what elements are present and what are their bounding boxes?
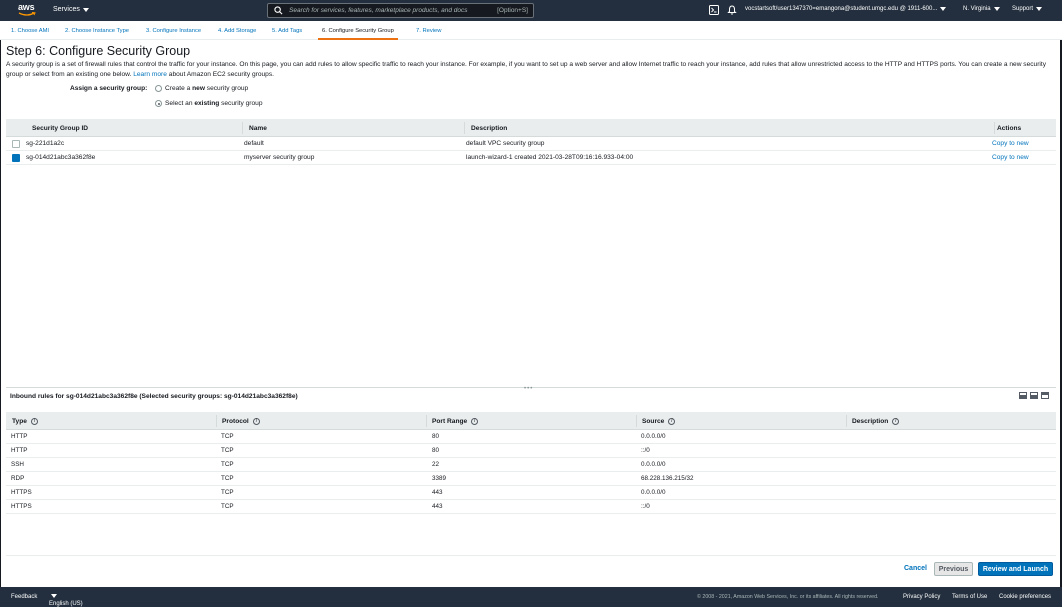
radio-create-new[interactable]: Create a new security group bbox=[155, 85, 248, 92]
column-header-description: Description i bbox=[852, 418, 900, 425]
table-row[interactable]: sg-221d1a2c default default VPC security… bbox=[6, 137, 1056, 151]
row-checkbox-checked[interactable] bbox=[12, 154, 20, 162]
chevron-down-icon bbox=[51, 594, 57, 599]
info-icon[interactable]: i bbox=[471, 418, 479, 425]
search-input[interactable]: Search for services, features, marketpla… bbox=[267, 3, 534, 18]
table-row: HTTP TCP 80::/0 bbox=[6, 444, 1056, 458]
resize-handle-icon[interactable]: ••• bbox=[524, 386, 533, 392]
info-icon[interactable]: i bbox=[252, 418, 260, 425]
search-icon bbox=[274, 6, 283, 15]
table-header: Security Group ID Name Description Actio… bbox=[6, 119, 1056, 137]
column-header-port-range: Port Range i bbox=[432, 418, 479, 425]
column-header-protocol: Protocol i bbox=[222, 418, 260, 425]
chevron-down-icon bbox=[993, 7, 1000, 11]
top-navigation: aws Services Search for services, featur… bbox=[0, 0, 1062, 21]
aws-smile-icon bbox=[18, 12, 36, 16]
inbound-rules-table: Type i Protocol i Port Range i Source i Desc… bbox=[6, 412, 1056, 514]
step-choose-instance-type[interactable]: 2. Choose Instance Type bbox=[65, 28, 129, 34]
row-checkbox[interactable] bbox=[12, 140, 20, 148]
review-and-launch-button[interactable]: Review and Launch bbox=[978, 562, 1053, 576]
step-choose-ami[interactable]: 1. Choose AMI bbox=[11, 28, 49, 34]
step-configure-security-group[interactable]: 6. Configure Security Group bbox=[318, 28, 398, 40]
cookie-preferences-link[interactable]: Cookie preferences bbox=[999, 594, 1051, 600]
table-header: Type i Protocol i Port Range i Source i Desc… bbox=[6, 412, 1056, 430]
security-groups-table: Security Group ID Name Description Actio… bbox=[6, 119, 1056, 165]
column-header-id[interactable]: Security Group ID bbox=[32, 125, 88, 132]
chevron-down-icon bbox=[940, 7, 947, 11]
table-row: HTTP TCP 80 0.0.0.0/0 bbox=[6, 430, 1056, 444]
step-add-storage[interactable]: 4. Add Storage bbox=[218, 28, 256, 34]
column-header-source: Source i bbox=[642, 418, 676, 425]
support-menu[interactable]: Support bbox=[1012, 6, 1043, 12]
table-row: HTTPS TCP 443 0.0.0.0/0 bbox=[6, 486, 1056, 500]
bell-icon[interactable] bbox=[727, 5, 737, 15]
table-row: RDP TCP 3389 68.228.136.215/32 bbox=[6, 472, 1056, 486]
window-edge-left bbox=[0, 21, 1, 587]
services-menu[interactable]: Services bbox=[53, 6, 89, 13]
inbound-rules-title: Inbound rules for sg-014d21abc3a362f8e (… bbox=[10, 393, 298, 400]
terminal-icon[interactable] bbox=[709, 5, 719, 15]
account-menu[interactable]: vocstartsoft/user1347370=emangona@studen… bbox=[745, 6, 947, 12]
intro-text: A security group is a set of firewall ru… bbox=[6, 61, 1047, 78]
column-header-actions: Actions bbox=[997, 125, 1022, 132]
info-icon[interactable]: i bbox=[30, 418, 38, 425]
column-header-name[interactable]: Name bbox=[249, 125, 267, 132]
copyright-text: © 2008 - 2021, Amazon Web Services, Inc.… bbox=[697, 594, 879, 600]
view-bottom-icon[interactable] bbox=[1019, 392, 1027, 399]
copy-to-new-link[interactable]: Copy to new bbox=[992, 154, 1029, 161]
privacy-policy-link[interactable]: Privacy Policy bbox=[903, 594, 940, 600]
step-review[interactable]: 7. Review bbox=[416, 28, 441, 34]
column-header-type: Type i bbox=[12, 418, 38, 425]
radio-button[interactable] bbox=[155, 85, 162, 92]
table-row: SSH TCP 22 0.0.0.0/0 bbox=[6, 458, 1056, 472]
wizard-steps: 1. Choose AMI 2. Choose Instance Type 3.… bbox=[0, 21, 1062, 40]
actions-divider bbox=[6, 555, 1056, 556]
chevron-down-icon bbox=[82, 7, 89, 12]
info-icon[interactable]: i bbox=[668, 418, 676, 425]
chevron-down-icon bbox=[1036, 7, 1043, 11]
step-add-tags[interactable]: 5. Add Tags bbox=[272, 28, 302, 34]
radio-select-existing[interactable]: Select an existing security group bbox=[155, 100, 263, 107]
learn-more-link[interactable]: Learn more bbox=[133, 71, 167, 78]
radio-button-selected[interactable] bbox=[155, 100, 162, 107]
aws-logo[interactable]: aws bbox=[18, 3, 40, 18]
view-split-icon[interactable] bbox=[1030, 392, 1038, 399]
feedback-link[interactable]: Feedback bbox=[11, 594, 37, 600]
previous-button[interactable]: Previous bbox=[934, 562, 973, 576]
terms-of-use-link[interactable]: Terms of Use bbox=[952, 594, 987, 600]
console-footer: Feedback English (US) © 2008 - 2021, Ama… bbox=[0, 587, 1062, 607]
region-menu[interactable]: N. Virginia bbox=[963, 6, 1000, 12]
table-row: HTTPS TCP 443::/0 bbox=[6, 500, 1056, 514]
copy-to-new-link[interactable]: Copy to new bbox=[992, 140, 1029, 147]
step-configure-instance[interactable]: 3. Configure Instance bbox=[146, 28, 201, 34]
assign-security-group-label: Assign a security group: bbox=[70, 85, 148, 92]
cancel-button[interactable]: Cancel bbox=[904, 565, 927, 572]
page-title: Step 6: Configure Security Group bbox=[6, 44, 191, 58]
column-header-description[interactable]: Description bbox=[471, 125, 507, 132]
search-shortcut: [Option+S] bbox=[497, 7, 528, 14]
language-selector[interactable]: English (US) bbox=[49, 594, 83, 607]
info-icon[interactable]: i bbox=[892, 418, 900, 425]
view-top-icon[interactable] bbox=[1041, 392, 1049, 399]
view-mode-toggles bbox=[1019, 392, 1049, 399]
search-placeholder: Search for services, features, marketpla… bbox=[289, 7, 468, 14]
table-row-selected[interactable]: sg-014d21abc3a362f8e myserver security g… bbox=[6, 151, 1056, 165]
